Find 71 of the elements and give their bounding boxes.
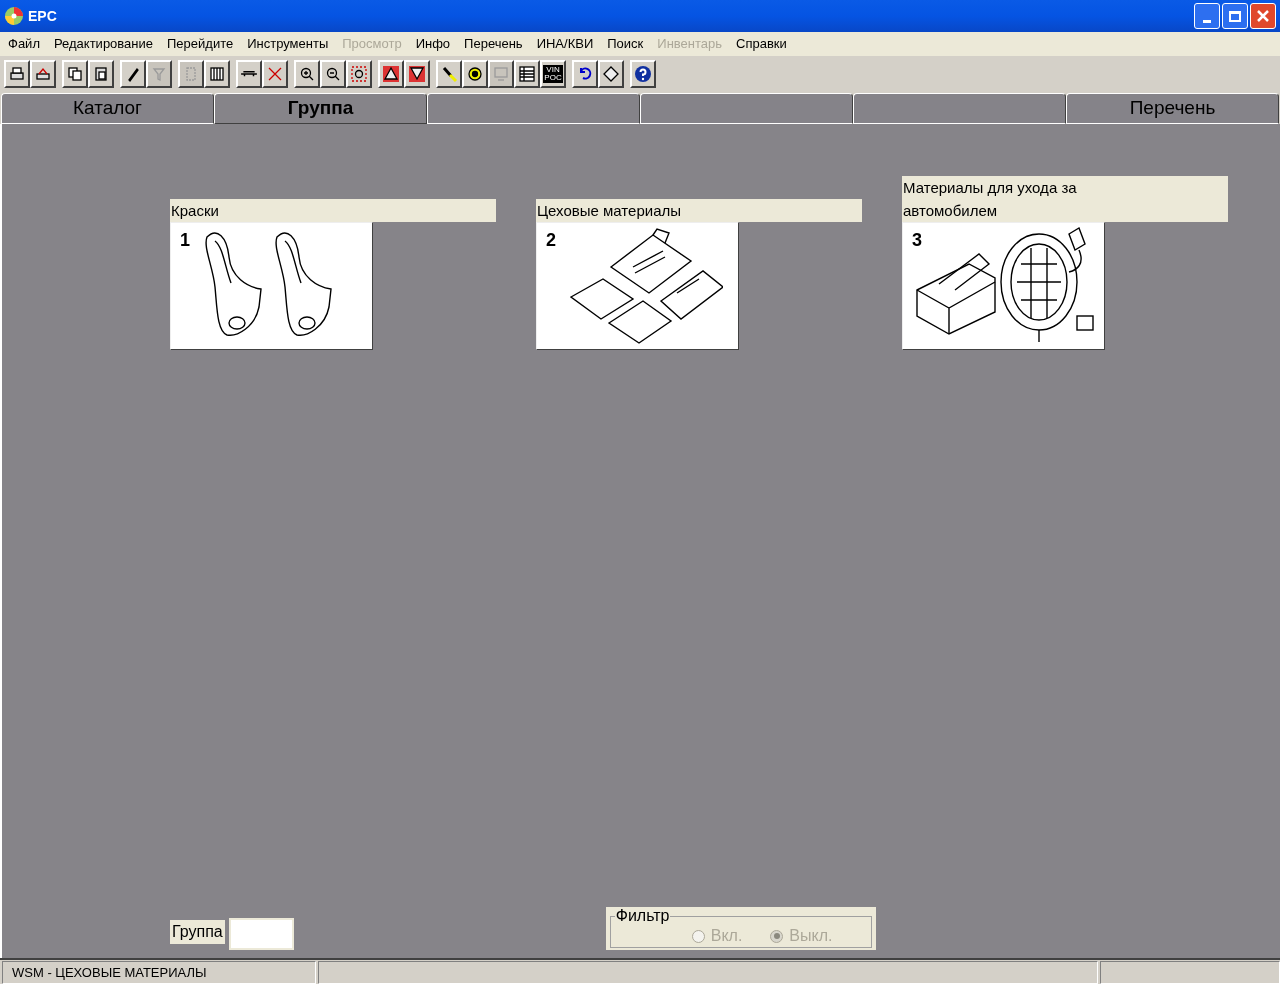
cross-icon [266, 65, 284, 83]
toolbar-button[interactable] [120, 60, 146, 88]
toolbar-button[interactable] [236, 60, 262, 88]
toolbar-button[interactable] [4, 60, 30, 88]
toolbar-button[interactable] [262, 60, 288, 88]
toolbar-button[interactable] [204, 60, 230, 88]
menu-item[interactable]: Инфо [408, 34, 458, 54]
close-icon [1256, 9, 1270, 23]
tab[interactable]: Каталог [1, 93, 214, 124]
toolbar-button[interactable] [630, 60, 656, 88]
table-icon [518, 65, 536, 83]
menu-item[interactable]: Файл [1, 34, 47, 54]
triangle-icon [382, 65, 400, 83]
tab[interactable]: Перечень [1066, 93, 1279, 124]
group-label: Группа [170, 920, 225, 944]
zoom-out-icon [324, 65, 342, 83]
menu-item[interactable]: Справки [729, 34, 794, 54]
toolbar-button[interactable] [378, 60, 404, 88]
group-title: Материалы для ухода за автомобилем [902, 176, 1228, 222]
printer-icon [8, 65, 26, 83]
toolbar-button[interactable] [598, 60, 624, 88]
toolbar-button[interactable] [88, 60, 114, 88]
vin-label: VIN POC [543, 65, 563, 83]
toolbar-button[interactable] [436, 60, 462, 88]
toolbar-button[interactable] [320, 60, 346, 88]
toolbar-button[interactable] [30, 60, 56, 88]
menu-item[interactable]: Редактирование [46, 34, 160, 54]
tab[interactable] [853, 93, 1066, 124]
close-button[interactable] [1250, 3, 1276, 29]
clipboard-icon [92, 65, 110, 83]
status-text: WSM - ЦЕХОВЫЕ МАТЕРИАЛЫ [2, 961, 316, 984]
zoom-in-icon [298, 65, 316, 83]
group-card[interactable]: 2 [536, 222, 739, 350]
toolbar-button[interactable] [514, 60, 540, 88]
help-icon [634, 65, 652, 83]
monitor-icon [492, 65, 510, 83]
toolbar-button[interactable] [572, 60, 598, 88]
maximize-button[interactable] [1222, 3, 1248, 29]
toolbar-button[interactable] [462, 60, 488, 88]
toolbar-button[interactable] [404, 60, 430, 88]
tab[interactable]: Группа [214, 93, 427, 124]
group-input[interactable] [228, 918, 294, 950]
flashlight-icon [440, 65, 458, 83]
group-number: 2 [546, 229, 556, 252]
menu-item[interactable]: Инструменты [240, 34, 336, 54]
copy-icon [66, 65, 84, 83]
group-title: Краски [170, 199, 496, 222]
menu-item[interactable]: Поиск [600, 34, 651, 54]
group-card[interactable]: 3 [902, 222, 1105, 350]
menu-item[interactable]: ИНА/КВИ [529, 34, 601, 54]
group-title: Цеховые материалы [536, 199, 862, 222]
triangle-icon [408, 65, 426, 83]
window-title: EPC [28, 6, 57, 26]
disc-icon [4, 6, 24, 26]
toolbar-button[interactable] [294, 60, 320, 88]
menu-item[interactable]: Перейдите [160, 34, 241, 54]
toolbar-button[interactable]: VIN POC [540, 60, 566, 88]
group-number: 3 [912, 229, 922, 252]
group-card[interactable]: 1 [170, 222, 373, 350]
funnel-icon [150, 65, 168, 83]
tab[interactable] [427, 93, 640, 124]
filter-title: Фильтр [614, 907, 671, 925]
tab[interactable] [640, 93, 853, 124]
zoom-fit-icon [350, 65, 368, 83]
minimize-icon [1203, 20, 1211, 23]
toolbar-button[interactable] [346, 60, 372, 88]
menu-item[interactable]: Перечень [457, 34, 530, 54]
toolbar-button[interactable] [62, 60, 88, 88]
group-number: 1 [180, 229, 190, 252]
minimize-button[interactable] [1194, 3, 1220, 29]
restore-icon [1229, 10, 1241, 22]
